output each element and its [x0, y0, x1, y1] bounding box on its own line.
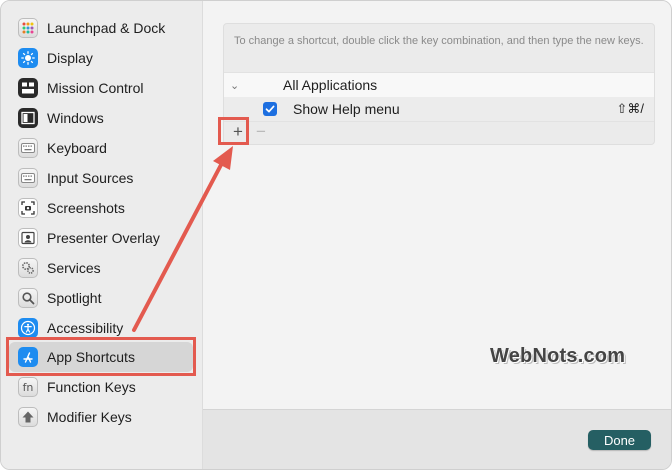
windows-icon	[18, 108, 38, 128]
sidebar-item-label: Accessibility	[47, 320, 124, 336]
shortcut-keys[interactable]: ⇧⌘/	[616, 101, 644, 117]
screenshots-icon	[18, 198, 38, 218]
sidebar-item-windows[interactable]: Windows	[9, 103, 193, 133]
input-sources-icon	[18, 168, 38, 188]
shortcuts-panel: To change a shortcut, double click the k…	[223, 23, 655, 145]
shortcut-label: Show Help menu	[293, 101, 400, 117]
launchpad-icon	[18, 18, 38, 38]
sidebar-item-label: Presenter Overlay	[47, 230, 160, 246]
accessibility-icon	[18, 318, 38, 338]
sidebar-item-label: Spotlight	[47, 290, 102, 306]
sidebar-item-label: Services	[47, 260, 101, 276]
sidebar-item-keyboard[interactable]: Keyboard	[9, 133, 193, 163]
sidebar-item-modifier-keys[interactable]: Modifier Keys	[9, 402, 193, 432]
spotlight-icon	[18, 288, 38, 308]
sidebar-item-screenshots[interactable]: Screenshots	[9, 193, 193, 223]
sidebar-item-label: Display	[47, 50, 93, 66]
remove-shortcut-button[interactable]: −	[250, 121, 272, 143]
sidebar-item-label: Modifier Keys	[47, 409, 132, 425]
services-icon	[18, 258, 38, 278]
sidebar-item-spotlight[interactable]: Spotlight	[9, 283, 193, 313]
shortcuts-list: ⌄ All Applications Show Help menu ⇧⌘/	[224, 72, 654, 122]
shortcut-checkbox[interactable]	[263, 102, 277, 116]
mission-control-icon	[18, 78, 38, 98]
list-group-row[interactable]: ⌄ All Applications	[224, 73, 654, 97]
sidebar: Launchpad & Dock Display Mission Control…	[1, 1, 203, 469]
sidebar-item-label: Launchpad & Dock	[47, 20, 166, 36]
instruction-text: To change a shortcut, double click the k…	[234, 35, 644, 47]
sidebar-item-label: Function Keys	[47, 379, 136, 395]
chevron-down-icon[interactable]: ⌄	[230, 79, 239, 92]
modifier-keys-icon	[18, 407, 38, 427]
settings-window: Launchpad & Dock Display Mission Control…	[0, 0, 672, 470]
done-button[interactable]: Done	[588, 430, 651, 450]
group-label: All Applications	[283, 77, 378, 93]
sidebar-item-label: Input Sources	[47, 170, 134, 186]
add-button-highlight	[218, 117, 249, 145]
function-keys-icon: fn	[18, 377, 38, 397]
footer-bar: Done	[203, 409, 671, 469]
sidebar-item-presenter-overlay[interactable]: Presenter Overlay	[9, 223, 193, 253]
sidebar-item-function-keys[interactable]: fn Function Keys	[9, 372, 193, 402]
sidebar-item-label: Windows	[47, 110, 104, 126]
presenter-overlay-icon	[18, 228, 38, 248]
sidebar-item-label: Keyboard	[47, 140, 107, 156]
watermark: WebNots.com	[490, 345, 626, 367]
list-controls: + −	[224, 121, 654, 143]
keyboard-icon	[18, 138, 38, 158]
sidebar-item-label: Mission Control	[47, 80, 144, 96]
sidebar-item-launchpad-dock[interactable]: Launchpad & Dock	[9, 13, 193, 43]
display-icon	[18, 48, 38, 68]
sidebar-item-label: Screenshots	[47, 200, 125, 216]
checkmark-icon	[265, 105, 275, 113]
sidebar-item-input-sources[interactable]: Input Sources	[9, 163, 193, 193]
shortcut-row[interactable]: Show Help menu ⇧⌘/	[224, 97, 654, 121]
sidebar-item-services[interactable]: Services	[9, 253, 193, 283]
sidebar-item-mission-control[interactable]: Mission Control	[9, 73, 193, 103]
sidebar-item-display[interactable]: Display	[9, 43, 193, 73]
app-shortcuts-highlight	[6, 337, 196, 376]
